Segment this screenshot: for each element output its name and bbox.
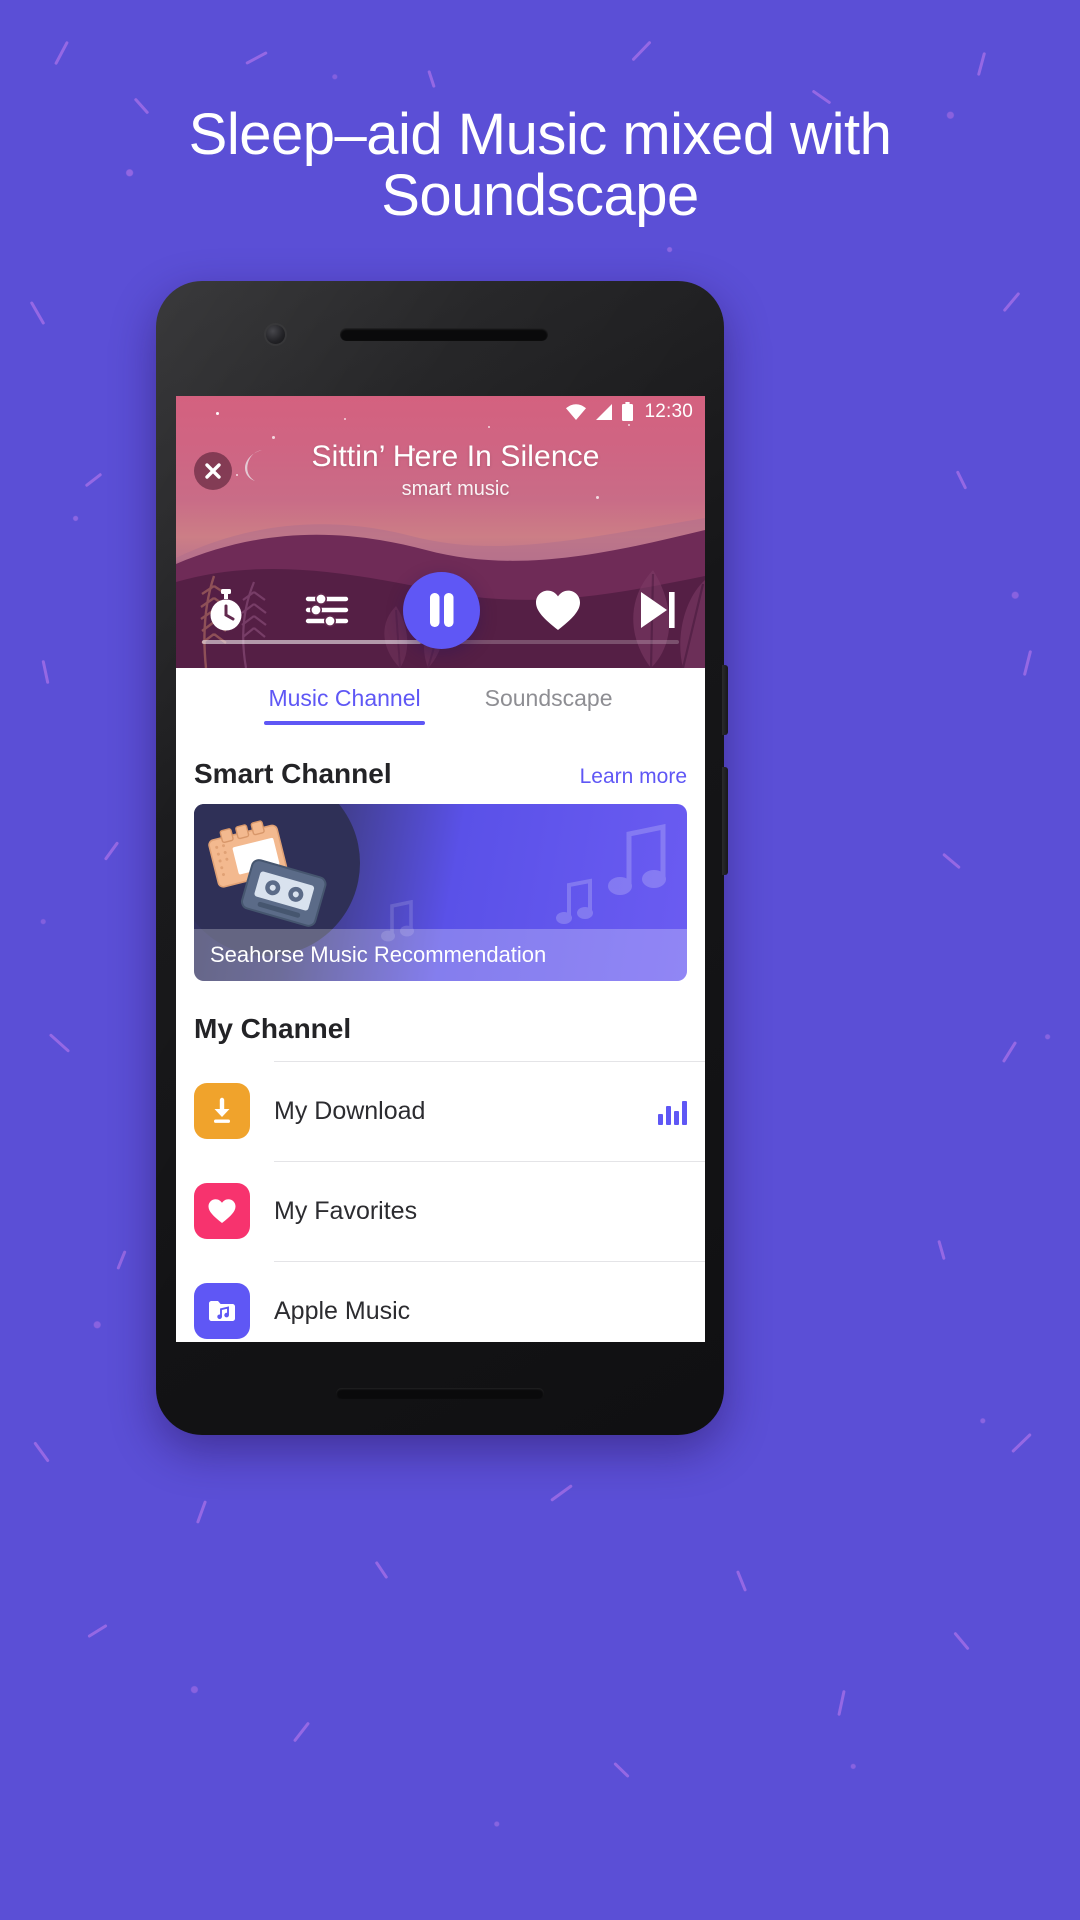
track-title: Sittin’ Here In Silence — [311, 440, 600, 473]
earpiece-speaker — [340, 328, 548, 341]
download-icon — [194, 1083, 250, 1139]
list-item-label: My Favorites — [274, 1197, 418, 1225]
front-camera-icon — [266, 325, 285, 344]
equalizer-button[interactable] — [304, 587, 350, 633]
smart-channel-title: Smart Channel — [194, 758, 392, 789]
status-time: 12:30 — [644, 401, 693, 422]
play-pause-button[interactable] — [403, 571, 480, 649]
download-glyph-icon — [214, 1097, 230, 1123]
bottom-speaker — [336, 1388, 544, 1399]
stopwatch-icon — [210, 589, 242, 631]
list-item-body: My Favorites — [274, 1161, 705, 1261]
wifi-icon — [566, 404, 587, 420]
player-top-bar: Sittin’ Here In Silence smart music — [176, 440, 705, 501]
list-item-label: Apple Music — [274, 1297, 411, 1325]
learn-more-link[interactable]: Learn more — [580, 765, 687, 789]
player-hero: 12:30 Sittin’ Here In Silence smart musi… — [176, 396, 705, 668]
music-folder-glyph-icon — [209, 1301, 235, 1321]
power-button[interactable] — [722, 665, 728, 735]
tab-music-channel[interactable]: Music Channel — [264, 685, 425, 725]
smart-channel-card[interactable]: Seahorse Music Recommendation — [194, 804, 687, 981]
sliders-icon — [305, 593, 348, 627]
music-note-icon — [608, 824, 666, 895]
heart-icon — [194, 1183, 250, 1239]
phone-screen: 12:30 Sittin’ Here In Silence smart musi… — [176, 396, 705, 1342]
music-folder-icon — [194, 1283, 250, 1339]
status-bar: 12:30 — [176, 396, 705, 428]
equalizer-playing-indicator — [658, 1099, 687, 1125]
next-track-button[interactable] — [635, 588, 679, 632]
list-item-body: Apple Music — [274, 1261, 705, 1342]
list-item[interactable]: My Favorites — [176, 1161, 705, 1261]
skip-next-icon — [641, 592, 675, 628]
heart-glyph-icon — [208, 1199, 236, 1223]
smart-card-label: Seahorse Music Recommendation — [194, 929, 687, 981]
phone-mockup: 12:30 Sittin’ Here In Silence smart musi… — [156, 281, 728, 1435]
track-artist: smart music — [401, 478, 510, 500]
list-item-body: My Download — [274, 1061, 705, 1161]
pause-icon — [429, 593, 453, 627]
music-note-small-icon — [556, 878, 593, 924]
heart-icon — [535, 590, 580, 630]
page-headline: Sleep–aid Music mixed with Soundscape — [188, 102, 892, 229]
list-item[interactable]: My Download — [176, 1061, 705, 1161]
battery-icon — [622, 402, 634, 421]
close-icon — [205, 463, 221, 479]
track-meta: Sittin’ Here In Silence smart music — [224, 440, 687, 501]
list-item[interactable]: Apple Music — [176, 1261, 705, 1342]
channel-tabs: Music Channel Soundscape — [176, 668, 705, 742]
player-controls — [176, 552, 705, 668]
signal-icon — [596, 404, 613, 420]
volume-button[interactable] — [722, 767, 728, 875]
my-channel-list: My Download My Favorites Apple Music — [176, 1061, 705, 1342]
smart-channel-header: Smart Channel Learn more — [176, 742, 705, 790]
list-item-label: My Download — [274, 1097, 426, 1125]
tab-soundscape[interactable]: Soundscape — [481, 685, 617, 725]
favorite-button[interactable] — [534, 588, 582, 632]
cassette-tape-icon — [208, 820, 327, 927]
sleep-timer-button[interactable] — [202, 586, 250, 634]
my-channel-title: My Channel — [194, 1013, 352, 1044]
